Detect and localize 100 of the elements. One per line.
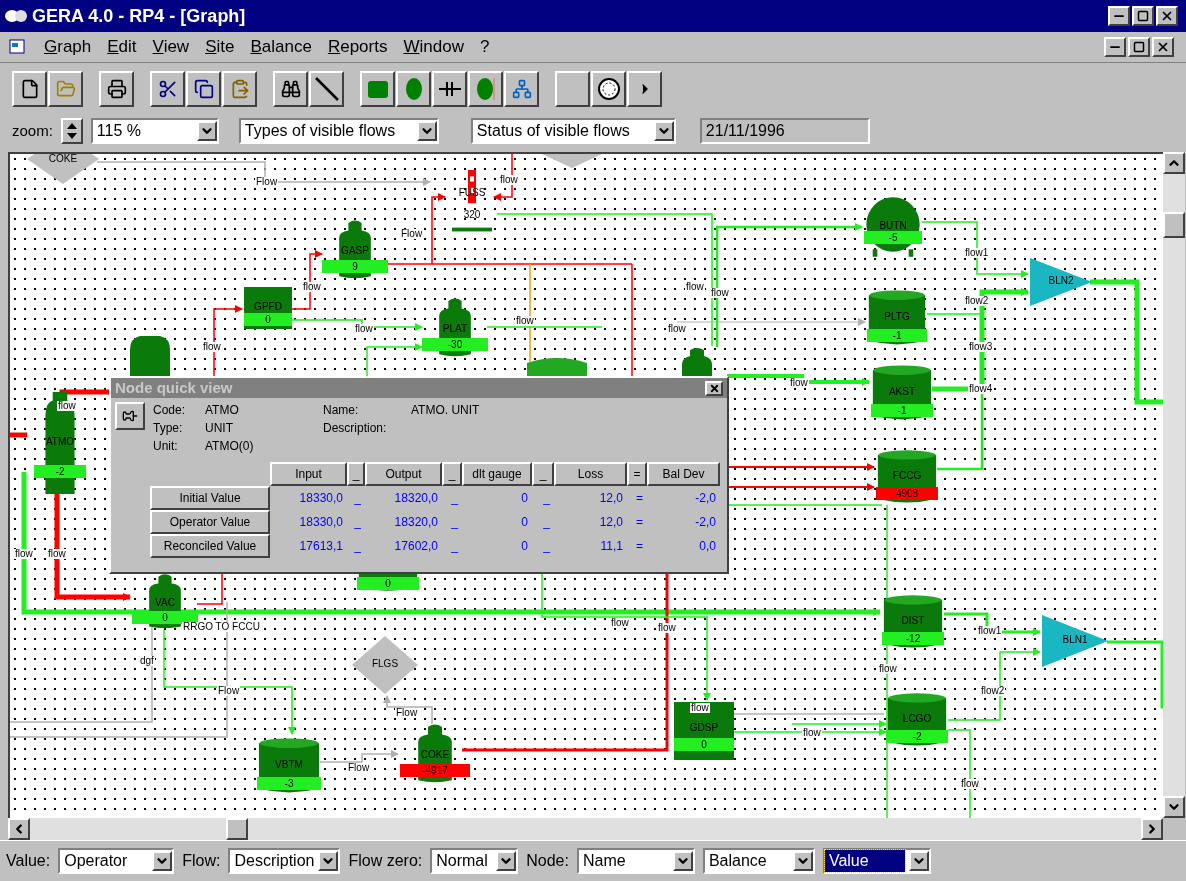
table-cell-text: 17602,0 <box>393 538 439 555</box>
close-button[interactable] <box>1152 37 1174 57</box>
flow-label: flow <box>610 618 630 628</box>
scroll-down-button[interactable] <box>1163 796 1185 818</box>
flow-label: flow <box>690 703 710 713</box>
minimize-button[interactable] <box>1104 37 1126 57</box>
column-header[interactable]: = <box>627 462 647 486</box>
toolbar-button[interactable] <box>504 70 539 107</box>
toolbar-button[interactable] <box>150 70 185 107</box>
toolbar-button[interactable] <box>591 70 626 107</box>
cut-icon <box>157 78 178 99</box>
toolbar-button[interactable] <box>555 70 590 107</box>
node-value: -4917 <box>400 764 470 778</box>
toolbar-button[interactable] <box>360 70 395 107</box>
vessel-shape <box>682 348 712 378</box>
dropdown[interactable]: Description <box>228 848 341 874</box>
flow-label: flow2 <box>964 296 990 306</box>
node-label: COKE <box>420 749 450 760</box>
menu-item[interactable]: Window <box>403 34 464 60</box>
menu-item[interactable]: Site <box>205 34 235 60</box>
table-cell-text: 11,1 <box>599 538 624 555</box>
row-header[interactable]: Operator Value <box>150 510 270 534</box>
field-value: ATMO <box>205 402 240 418</box>
spinner-button[interactable] <box>60 118 83 144</box>
table-cell-text: _ <box>542 490 551 507</box>
toolbar-button[interactable] <box>48 70 83 107</box>
zoom-label: zoom: <box>12 120 53 141</box>
pin-button[interactable] <box>115 402 145 430</box>
diamond-shape <box>352 636 418 694</box>
up-down-icon <box>65 122 78 140</box>
dropdown[interactable]: Balance <box>702 848 815 874</box>
close-icon <box>708 382 720 394</box>
dropdown[interactable]: Name <box>576 848 695 874</box>
flow-label: Flow <box>395 708 419 718</box>
dropdown[interactable]: Status of visible flows <box>470 118 676 144</box>
column-header[interactable]: Output <box>365 462 442 486</box>
column-header[interactable]: _ <box>347 462 365 486</box>
vessel-shape <box>130 336 170 378</box>
dropdown[interactable]: 115 % <box>90 118 219 144</box>
table-cell-text: _ <box>450 490 459 507</box>
toolbar-button[interactable] <box>396 70 431 107</box>
dropdown[interactable]: Operator <box>58 848 175 874</box>
menu-item[interactable]: Edit <box>107 34 137 60</box>
menu-item[interactable]: ? <box>479 34 490 60</box>
column-header[interactable]: _ <box>532 462 554 486</box>
scroll-up-button[interactable] <box>1163 152 1185 174</box>
toolbar-button[interactable] <box>186 70 221 107</box>
scroll-thumb[interactable] <box>226 818 248 840</box>
column-header[interactable]: Bal Dev <box>647 462 720 486</box>
node-label: VAC <box>155 598 175 609</box>
toolbar-button[interactable] <box>432 70 467 107</box>
vessel-icon <box>475 76 496 101</box>
dropdown[interactable]: Value <box>822 848 931 874</box>
status-label: Flow: <box>182 851 221 871</box>
table-cell-text: = <box>635 514 644 531</box>
dropdown[interactable]: Types of visible flows <box>238 118 439 144</box>
flow-label: flow <box>657 623 677 633</box>
flow-label: flow <box>710 288 730 298</box>
toolbar-button[interactable] <box>309 70 344 107</box>
status-label: Flow zero: <box>348 851 423 871</box>
scroll-thumb[interactable] <box>1163 212 1185 238</box>
column-header[interactable]: Loss <box>554 462 627 486</box>
menu-item[interactable]: Graph <box>44 34 92 60</box>
field-label: Description: <box>323 420 388 436</box>
scroll-right-button[interactable] <box>1141 818 1163 840</box>
table-cell-text: _ <box>450 514 459 531</box>
toolbar-button[interactable] <box>12 70 47 107</box>
table-cell-text: _ <box>542 538 551 555</box>
node-value: -12 <box>882 632 944 646</box>
close-button[interactable] <box>1156 6 1178 26</box>
dropdown[interactable]: Normal <box>430 848 519 874</box>
row-header[interactable]: Reconciled Value <box>150 534 270 558</box>
maximize-button[interactable] <box>1128 37 1150 57</box>
toolbar-button[interactable] <box>627 70 662 107</box>
column-header[interactable]: Input <box>270 462 347 486</box>
maximize-button[interactable] <box>1132 6 1154 26</box>
node-label: BLN1 <box>1062 634 1088 645</box>
toolbar-button[interactable] <box>468 70 503 107</box>
flow-label: flow <box>302 282 322 292</box>
toolbar-button[interactable] <box>222 70 257 107</box>
flow-label: flow <box>685 282 705 292</box>
node-label: FLGS <box>371 659 399 670</box>
flow-label: flow <box>789 378 809 388</box>
menu-item[interactable]: Balance <box>250 34 312 60</box>
diamond-shape <box>542 154 602 168</box>
row-header[interactable]: Initial Value <box>150 486 270 510</box>
menu-item[interactable]: Reports <box>327 34 388 60</box>
toolbar-button[interactable] <box>99 70 134 107</box>
scroll-left-button[interactable] <box>8 818 30 840</box>
close-icon <box>1156 40 1170 54</box>
close-button[interactable] <box>705 380 723 396</box>
minimize-button[interactable] <box>1108 6 1130 26</box>
node-label: FCCG <box>892 471 922 482</box>
toolbar-button[interactable] <box>273 70 308 107</box>
menu-item[interactable]: View <box>152 34 190 60</box>
column-header[interactable]: _ <box>442 462 462 486</box>
table-cell-text: 0,0 <box>698 538 717 555</box>
flow-label: Flow <box>347 763 371 773</box>
column-header[interactable]: dlt gauge <box>462 462 532 486</box>
flow-label: flow3 <box>968 342 994 352</box>
